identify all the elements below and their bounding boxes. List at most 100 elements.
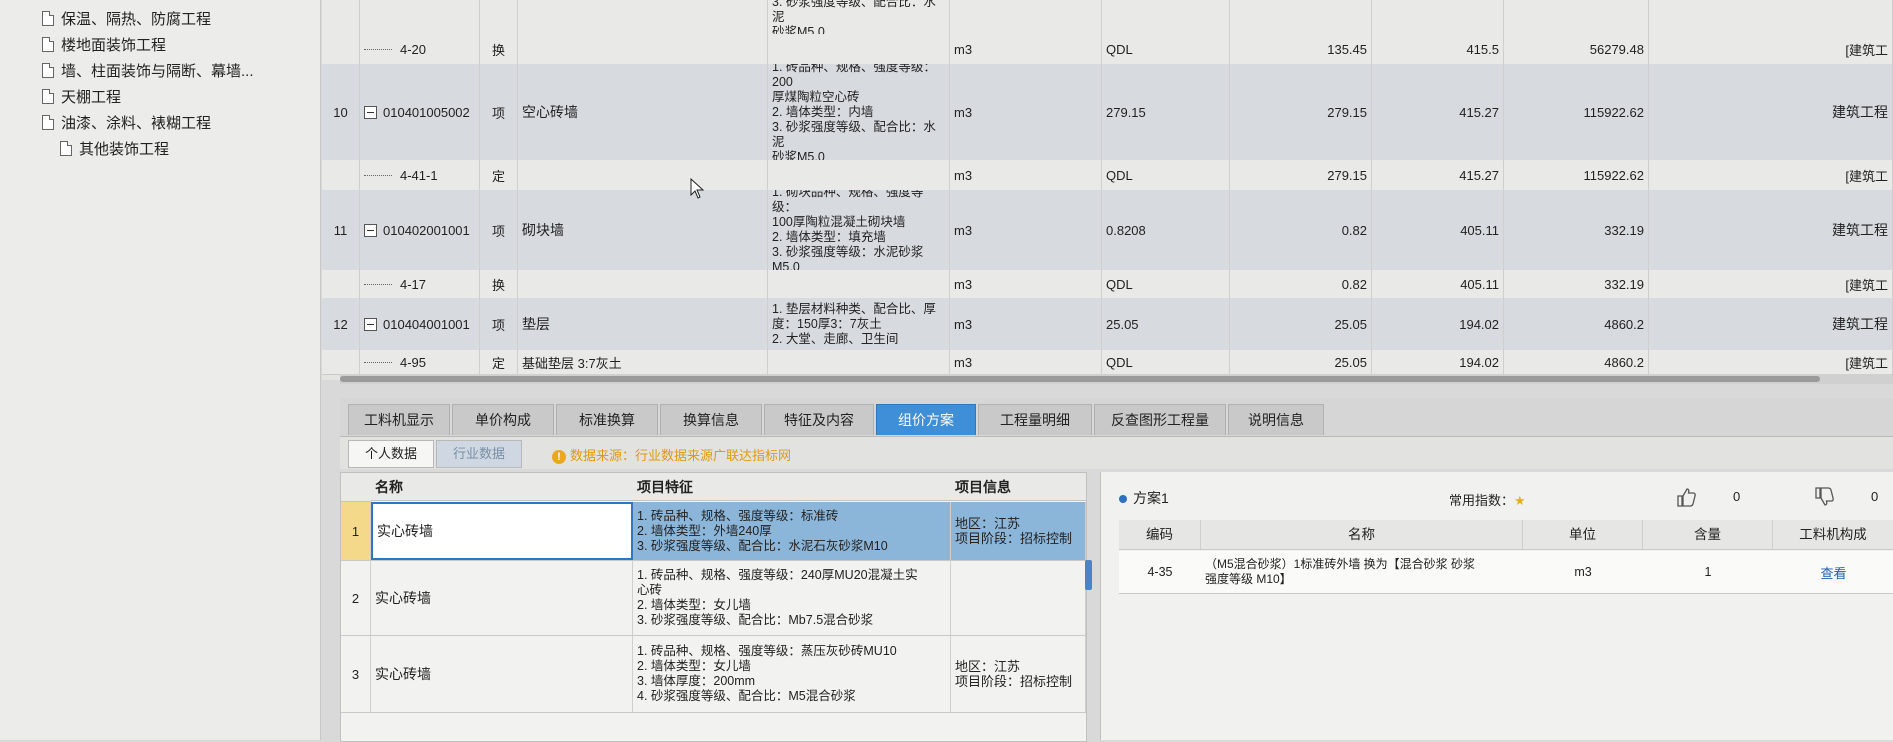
name-cell — [518, 0, 768, 34]
qty-expr-cell: QDL — [1102, 350, 1230, 374]
table-row[interactable]: 3 实心砖墙 1. 砖品种、规格、强度等级：蒸压灰砂砖MU10 2. 墙体类型：… — [341, 636, 1086, 713]
unit-cell: m3 — [950, 298, 1102, 350]
price-cell — [1372, 0, 1504, 34]
tree-item[interactable]: 其他装饰工程 — [60, 138, 169, 159]
col-header-qty[interactable]: 含量 — [1643, 520, 1773, 550]
tab-description[interactable]: 说明信息 — [1228, 404, 1324, 435]
bill-grid: 3. 砂浆强度等级、配合比：水泥 砂浆M5.0 4-20 换 m3 QDL 13… — [322, 0, 1893, 380]
tab-features[interactable]: 特征及内容 — [764, 404, 874, 435]
qty-expr-cell: 25.05 — [1102, 298, 1230, 350]
table-row[interactable]: 2 实心砖墙 1. 砖品种、规格、强度等级：240厚MU20混凝土实 心砖 2.… — [341, 561, 1086, 636]
table-row[interactable]: 4-20 换 m3 QDL 135.45 415.5 56279.48 [建筑工 — [322, 34, 1893, 65]
tree-item[interactable]: 楼地面装饰工程 — [42, 34, 166, 55]
major-cell: [建筑工 — [1649, 160, 1893, 190]
table-row[interactable]: 3. 砂浆强度等级、配合比：水泥 砂浆M5.0 — [322, 0, 1893, 35]
tree-item[interactable]: 油漆、涂料、裱糊工程 — [42, 112, 211, 133]
scrollbar-thumb[interactable] — [340, 376, 1820, 382]
col-header-name[interactable]: 名称 — [1201, 520, 1523, 550]
document-icon — [42, 11, 54, 26]
major-cell: 建筑工程 — [1649, 64, 1893, 160]
col-header-features[interactable]: 项目特征 — [633, 473, 951, 501]
data-source-bar: 个人数据 行业数据 ! 数据来源：行业数据来源广联达指标网 — [340, 437, 1893, 469]
major-cell: [建筑工 — [1649, 270, 1893, 298]
plan-title[interactable]: 方案1 — [1119, 488, 1169, 508]
row-number — [322, 270, 360, 298]
tab-unit-price[interactable]: 单价构成 — [452, 404, 554, 435]
plan-reference-table: 名称 项目特征 项目信息 1 实心砖墙 1. 砖品种、规格、强度等级：标准砖 2… — [340, 472, 1087, 742]
thumbs-up-icon[interactable] — [1675, 486, 1697, 508]
bullet-icon — [1119, 495, 1127, 503]
name-cell — [518, 34, 768, 64]
qty-expr-cell — [1102, 0, 1230, 34]
col-header-info[interactable]: 项目信息 — [951, 473, 1086, 501]
document-icon — [42, 89, 54, 104]
document-icon — [42, 63, 54, 78]
qty-cell: 135.45 — [1230, 34, 1372, 64]
info-cell: 地区：江苏 项目阶段：招标控制 — [951, 636, 1086, 712]
horizontal-scrollbar[interactable] — [340, 374, 1893, 384]
qty-expr-cell: 0.8208 — [1102, 190, 1230, 270]
features-cell: 1. 砖品种、规格、强度等级：蒸压灰砂砖MU10 2. 墙体类型：女儿墙 3. … — [633, 636, 951, 712]
qty-cell: 279.15 — [1230, 160, 1372, 190]
tab-conversion-info[interactable]: 换算信息 — [660, 404, 762, 435]
table-row[interactable]: 12 010404001001 项 垫层 1. 垫层材料种类、配合比、厚 度：1… — [322, 298, 1893, 351]
unit-cell: m3 — [950, 190, 1102, 270]
thumbs-down-icon[interactable] — [1813, 486, 1835, 508]
qty-cell: 279.15 — [1230, 64, 1372, 160]
tab-graphic-quantity[interactable]: 反查图形工程量 — [1094, 404, 1226, 435]
code-cell: 4-35 — [1147, 565, 1173, 579]
total-cell: 4860.2 — [1504, 350, 1649, 374]
name-cell[interactable]: 实心砖墙 — [371, 502, 633, 560]
price-cell: 405.11 — [1372, 270, 1504, 298]
document-icon — [60, 141, 72, 156]
name-cell: 实心砖墙 — [371, 636, 633, 712]
type-cell: 项 — [480, 190, 518, 270]
tab-resource-display[interactable]: 工料机显示 — [348, 404, 450, 435]
col-header-name[interactable]: 名称 — [371, 473, 633, 501]
tab-quantity-detail[interactable]: 工程量明细 — [978, 404, 1092, 435]
table-row[interactable]: 1 实心砖墙 1. 砖品种、规格、强度等级：标准砖 2. 墙体类型：外墙240厚… — [341, 502, 1086, 561]
features-cell: 1. 砖品种、规格、强度等级：200 厚煤陶粒空心砖 2. 墙体类型：内墙 3.… — [768, 64, 950, 160]
personal-data-button[interactable]: 个人数据 — [348, 440, 434, 468]
collapse-icon[interactable] — [364, 105, 377, 119]
collapse-icon[interactable] — [364, 317, 377, 331]
tab-standard-conversion[interactable]: 标准换算 — [556, 404, 658, 435]
table-row[interactable]: 4-35 （M5混合砂浆）1标准砖外墙 换为【混合砂浆 砂浆 强度等级 M10】… — [1119, 551, 1893, 594]
table-row[interactable]: 10 010401005002 项 空心砖墙 1. 砖品种、规格、强度等级：20… — [322, 64, 1893, 161]
table-row[interactable]: 4-17 换 m3 QDL 0.82 405.11 332.19 [建筑工 — [322, 270, 1893, 299]
qty-cell: 0.82 — [1230, 190, 1372, 270]
tree-item[interactable]: 保温、隔热、防腐工程 — [42, 8, 211, 29]
price-cell: 415.27 — [1372, 160, 1504, 190]
collapse-icon[interactable] — [364, 223, 377, 237]
total-cell: 4860.2 — [1504, 298, 1649, 350]
major-cell: [建筑工 — [1649, 350, 1893, 374]
table-row[interactable]: 4-41-1 定 m3 QDL 279.15 415.27 115922.62 … — [322, 160, 1893, 191]
major-cell: 建筑工程 — [1649, 298, 1893, 350]
unit-cell: m3 — [950, 270, 1102, 298]
vertical-scrollbar-thumb[interactable] — [1085, 560, 1092, 590]
code-cell: 010404001001 — [360, 298, 480, 350]
features-cell: 3. 砂浆强度等级、配合比：水泥 砂浆M5.0 — [768, 0, 950, 34]
tree-item[interactable]: 墙、柱面装饰与隔断、幕墙... — [42, 60, 254, 81]
tab-pricing-plan[interactable]: 组价方案 — [876, 404, 976, 435]
code-cell: 010402001001 — [360, 190, 480, 270]
features-cell — [768, 160, 950, 190]
name-cell: 基础垫层 3:7灰土 — [518, 350, 768, 374]
type-cell: 换 — [480, 270, 518, 298]
view-link[interactable]: 查看 — [1773, 551, 1893, 593]
col-header-resources[interactable]: 工料机构成 — [1773, 520, 1893, 550]
features-cell: 1. 砌块品种、规格、强度等级： 100厚陶粒混凝土砌块墙 2. 墙体类型：填充… — [768, 190, 950, 270]
col-header-code[interactable]: 编码 — [1119, 520, 1201, 550]
bottom-tab-bar: 工料机显示 单价构成 标准换算 换算信息 特征及内容 组价方案 工程量明细 反查… — [340, 398, 1893, 437]
col-header-unit[interactable]: 单位 — [1523, 520, 1643, 550]
type-cell — [480, 0, 518, 34]
table-row[interactable]: 11 010402001001 项 砌块墙 1. 砌块品种、规格、强度等级： 1… — [322, 190, 1893, 271]
type-cell: 定 — [480, 350, 518, 374]
row-number: 1 — [341, 502, 371, 560]
code-cell — [360, 0, 480, 34]
tree-item[interactable]: 天棚工程 — [42, 86, 121, 107]
star-icon[interactable]: ★ — [1514, 493, 1526, 508]
qty-cell: 1 — [1704, 565, 1712, 579]
industry-data-button[interactable]: 行业数据 — [436, 440, 522, 468]
table-row[interactable]: 4-95 定 基础垫层 3:7灰土 m3 QDL 25.05 194.02 48… — [322, 350, 1893, 375]
